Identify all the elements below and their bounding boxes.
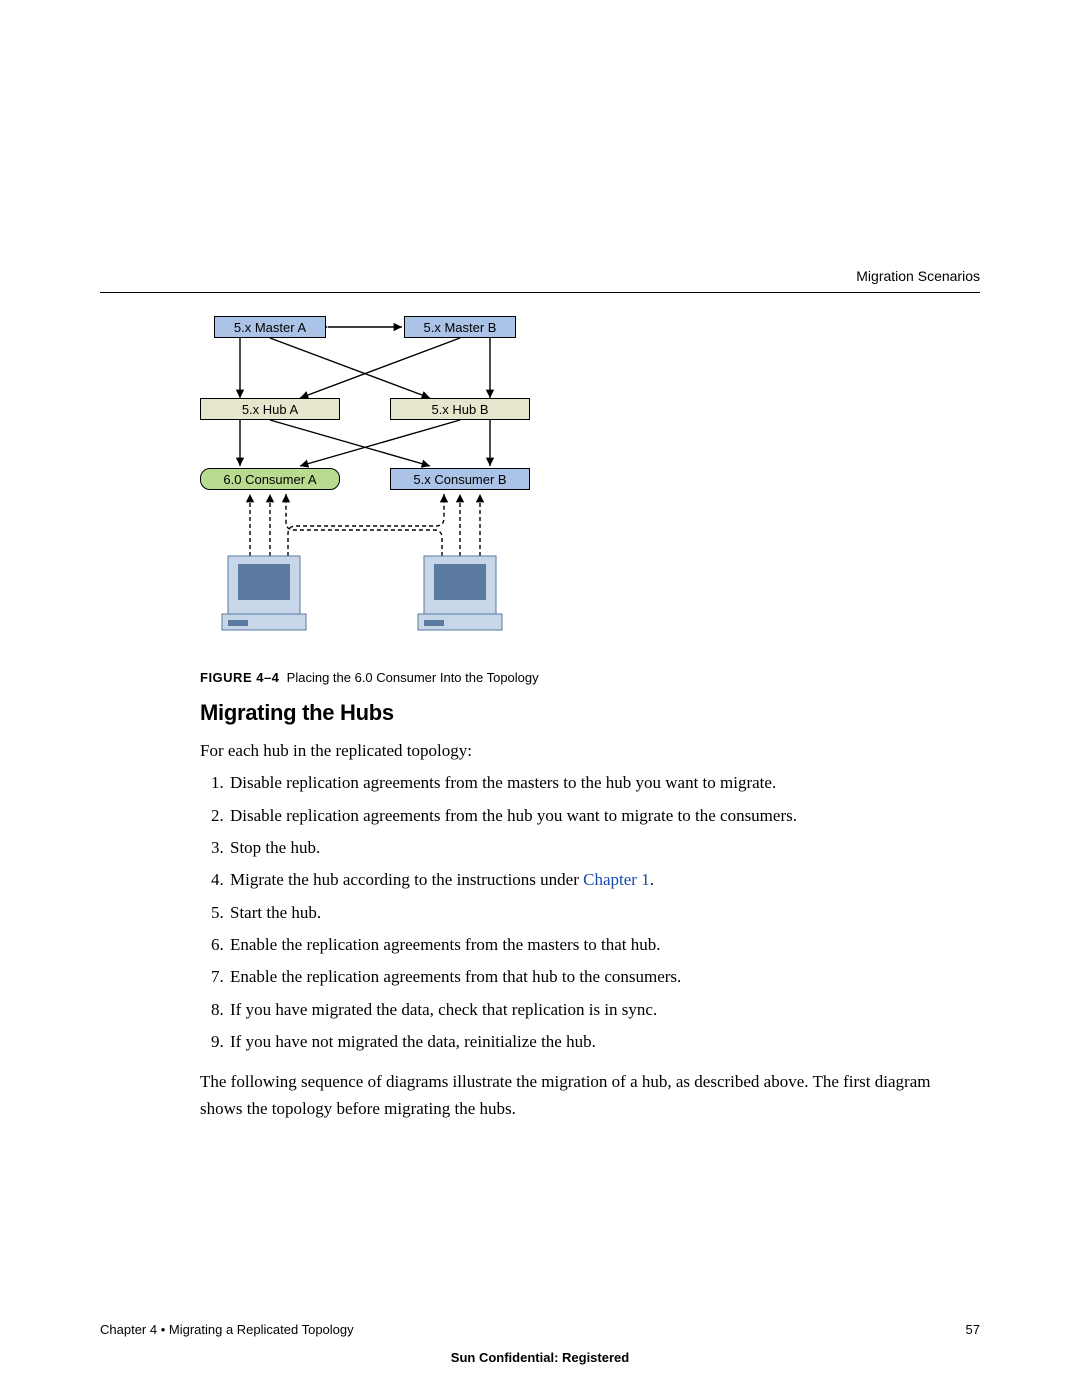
step-5: Start the hub. (228, 900, 970, 926)
figure-caption: FIGURE 4–4 Placing the 6.0 Consumer Into… (200, 670, 539, 685)
step-4: Migrate the hub according to the instruc… (228, 867, 970, 893)
node-hub-a: 5.x Hub A (200, 398, 340, 420)
step-2: Disable replication agreements from the … (228, 803, 970, 829)
body-text: For each hub in the replicated topology:… (200, 738, 970, 1122)
figure-caption-text: Placing the 6.0 Consumer Into the Topolo… (287, 670, 539, 685)
section-heading: Migrating the Hubs (200, 700, 394, 726)
step-1: Disable replication agreements from the … (228, 770, 970, 796)
running-header: Migration Scenarios (856, 268, 980, 284)
node-master-a: 5.x Master A (214, 316, 326, 338)
node-consumer-b: 5.x Consumer B (390, 468, 530, 490)
chapter-1-link[interactable]: Chapter 1 (583, 870, 650, 889)
steps-list: Disable replication agreements from the … (200, 770, 970, 1055)
step-7: Enable the replication agreements from t… (228, 964, 970, 990)
node-master-b: 5.x Master B (404, 316, 516, 338)
step-8: If you have migrated the data, check tha… (228, 997, 970, 1023)
figure-label: FIGURE 4–4 (200, 670, 279, 685)
step-9: If you have not migrated the data, reini… (228, 1029, 970, 1055)
header-rule (100, 292, 980, 293)
step-4-text: Migrate the hub according to the instruc… (230, 870, 583, 889)
topology-diagram: 5.x Master A 5.x Master B 5.x Hub A 5.x … (200, 316, 540, 651)
node-consumer-a: 6.0 Consumer A (200, 468, 340, 490)
footer-chapter: Chapter 4 • Migrating a Replicated Topol… (100, 1322, 354, 1337)
step-3: Stop the hub. (228, 835, 970, 861)
page-number: 57 (966, 1322, 980, 1337)
footer-confidential: Sun Confidential: Registered (0, 1350, 1080, 1365)
intro-text: For each hub in the replicated topology: (200, 738, 970, 764)
after-list-paragraph: The following sequence of diagrams illus… (200, 1069, 970, 1122)
node-hub-b: 5.x Hub B (390, 398, 530, 420)
step-6: Enable the replication agreements from t… (228, 932, 970, 958)
